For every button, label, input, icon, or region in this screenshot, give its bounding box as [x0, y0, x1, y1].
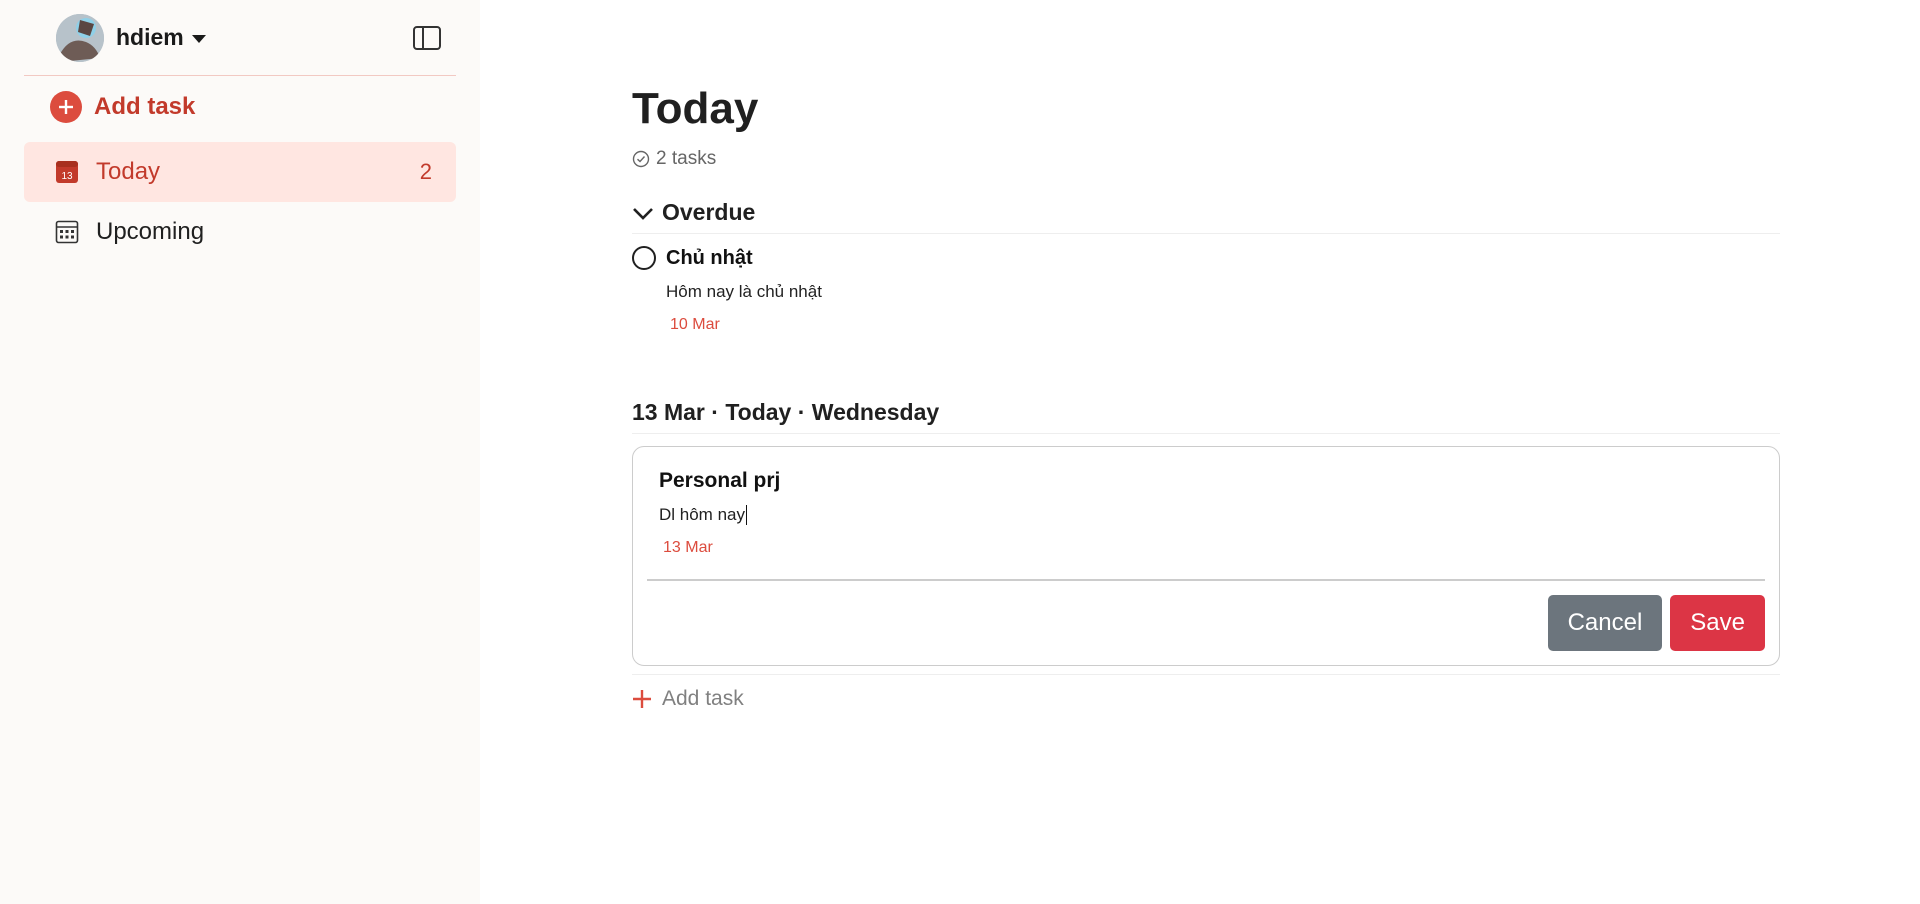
- section-today-header: 13 Mar · Today · Wednesday: [632, 392, 1780, 434]
- svg-text:13: 13: [61, 171, 73, 182]
- text-cursor: [745, 505, 747, 525]
- add-task-button[interactable]: Add task: [632, 674, 1780, 711]
- calendar-today-icon: 13: [54, 159, 80, 185]
- avatar: [56, 13, 104, 62]
- sidebar-item-today[interactable]: 13 Today 2: [24, 142, 456, 202]
- editor-divider: [647, 579, 1765, 581]
- section-today-label: 13 Mar · Today · Wednesday: [632, 399, 940, 425]
- sidebar-add-task-button[interactable]: Add task: [24, 76, 456, 138]
- task-name-input[interactable]: Personal prj: [659, 469, 1765, 493]
- save-button[interactable]: Save: [1670, 595, 1765, 651]
- calendar-grid-icon: [54, 219, 80, 245]
- editor-actions: Cancel Save: [1547, 595, 1765, 651]
- task-due-date[interactable]: 10 Mar: [670, 316, 1780, 334]
- task-complete-checkbox[interactable]: [632, 246, 656, 270]
- task-description: Hôm nay là chủ nhật: [666, 282, 822, 301]
- main-content: Today 2 tasks Overdue Chủ nhật Hôm nay l…: [480, 0, 1920, 904]
- task-description-input[interactable]: Dl hôm nay: [659, 505, 1765, 525]
- check-circle-icon: [632, 150, 650, 168]
- sidebar: hdiem Add task 13 Today 2 Upcoming: [0, 0, 480, 904]
- page-title: Today: [632, 84, 759, 133]
- user-menu[interactable]: hdiem: [56, 13, 206, 62]
- task-item[interactable]: Chủ nhật Hôm nay là chủ nhật 10 Mar: [632, 234, 1780, 334]
- task-due-date-button[interactable]: 13 Mar: [663, 539, 1765, 557]
- task-description-text: Dl hôm nay: [659, 505, 745, 524]
- cancel-button[interactable]: Cancel: [1547, 595, 1663, 651]
- sidebar-item-label: Today: [96, 158, 161, 185]
- sidebar-item-upcoming[interactable]: Upcoming: [24, 202, 456, 262]
- section-overdue-header: Overdue: [632, 192, 1780, 234]
- plus-circle-icon: [50, 91, 82, 123]
- sidebar-add-task-label: Add task: [94, 93, 196, 120]
- task-count: 2 tasks: [632, 148, 1780, 170]
- content-area: Today 2 tasks Overdue Chủ nhật Hôm nay l…: [632, 0, 1780, 711]
- task-count-label: 2 tasks: [656, 148, 717, 169]
- section-overdue-label: Overdue: [662, 199, 756, 225]
- sidebar-item-count: 2: [419, 159, 432, 184]
- sidebar-header: hdiem: [24, 0, 456, 76]
- app: hdiem Add task 13 Today 2 Upcoming Today…: [0, 0, 1920, 904]
- task-row: Chủ nhật: [632, 246, 1780, 270]
- caret-down-icon: [191, 34, 206, 43]
- task-title: Chủ nhật: [666, 246, 753, 269]
- chevron-down-icon[interactable]: [632, 204, 654, 222]
- username: hdiem: [116, 24, 184, 50]
- add-task-label: Add task: [662, 687, 744, 710]
- plus-icon: [633, 690, 651, 708]
- sidebar-item-label: Upcoming: [96, 218, 205, 245]
- task-editor: Personal prj Dl hôm nay 13 Mar Cancel Sa…: [632, 446, 1780, 666]
- sidebar-toggle-icon[interactable]: [412, 24, 442, 52]
